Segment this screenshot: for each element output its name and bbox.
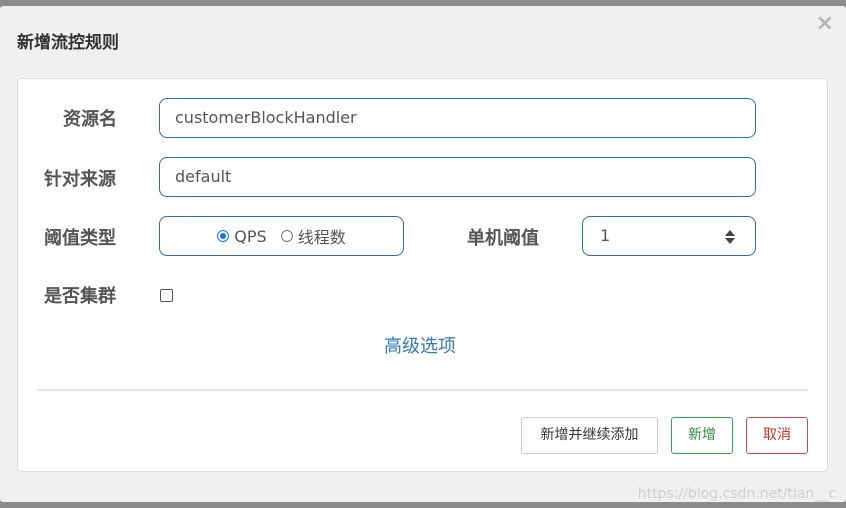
flow-rule-dialog: 新增流控规则 × 资源名 customerBlockHandler 针对来源 d… [0, 6, 846, 502]
threshold-type-label: 阈值类型 [44, 228, 116, 249]
radio-qps-icon[interactable] [217, 230, 230, 242]
threshold-type-radio-group: QPS 线程数 [159, 216, 404, 256]
limit-app-input[interactable]: default [159, 157, 756, 197]
advanced-options-link[interactable]: 高级选项 [384, 332, 456, 358]
cluster-mode-label: 是否集群 [44, 286, 116, 307]
single-threshold-input[interactable]: 1 [582, 216, 756, 256]
watermark: https://blog.csdn.net/tian__c [637, 486, 836, 502]
resource-name-input[interactable]: customerBlockHandler [159, 98, 756, 138]
resource-name-label: 资源名 [63, 109, 117, 130]
cluster-mode-checkbox[interactable] [160, 289, 173, 302]
radio-option-qps[interactable]: QPS [217, 226, 267, 246]
radio-thread-icon[interactable] [280, 230, 293, 242]
spinner-down-icon[interactable] [725, 238, 735, 244]
radio-qps-label: QPS [234, 226, 267, 246]
radio-option-thread[interactable]: 线程数 [280, 224, 346, 248]
single-threshold-value: 1 [600, 226, 611, 245]
add-and-continue-button[interactable]: 新增并继续添加 [521, 417, 658, 454]
number-spinner-icon[interactable] [725, 228, 735, 246]
limit-app-label: 针对来源 [44, 169, 116, 190]
add-button[interactable]: 新增 [671, 417, 733, 454]
dialog-title: 新增流控规则 [17, 33, 119, 53]
single-threshold-label: 单机阈值 [467, 228, 539, 249]
cancel-button[interactable]: 取消 [746, 417, 808, 454]
spinner-up-icon[interactable] [725, 230, 735, 236]
form-panel: 资源名 customerBlockHandler 针对来源 default 阈值… [17, 78, 828, 472]
radio-thread-label: 线程数 [297, 228, 346, 247]
close-icon[interactable]: × [816, 13, 834, 35]
divider [37, 389, 808, 391]
